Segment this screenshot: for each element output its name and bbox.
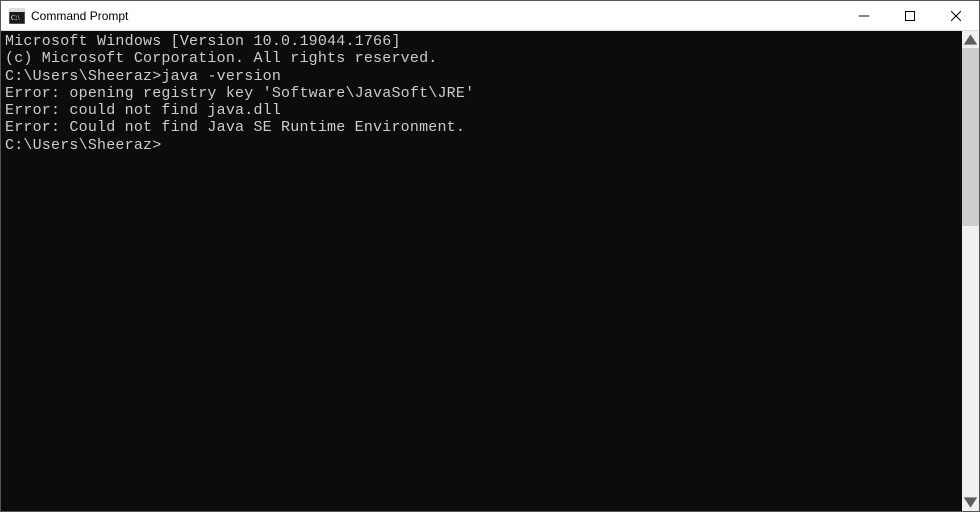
content-area: Microsoft Windows [Version 10.0.19044.17… <box>1 31 979 511</box>
output-line: Error: Could not find Java SE Runtime En… <box>5 119 958 136</box>
cmd-icon: C:\ <box>9 8 25 24</box>
scroll-thumb[interactable] <box>962 48 979 226</box>
minimize-button[interactable] <box>841 1 887 30</box>
prompt-text: C:\Users\Sheeraz> <box>5 137 161 154</box>
scroll-down-button[interactable] <box>962 494 979 511</box>
window-title: Command Prompt <box>31 9 841 23</box>
command-text: java -version <box>161 68 281 85</box>
scroll-track[interactable] <box>962 48 979 494</box>
output-line: (c) Microsoft Corporation. All rights re… <box>5 50 958 67</box>
output-line: Error: could not find java.dll <box>5 102 958 119</box>
terminal-output[interactable]: Microsoft Windows [Version 10.0.19044.17… <box>1 31 962 511</box>
output-line: C:\Users\Sheeraz>java -version <box>5 68 958 85</box>
vertical-scrollbar[interactable] <box>962 31 979 511</box>
maximize-button[interactable] <box>887 1 933 30</box>
window-frame: C:\ Command Prompt Microsoft Windows [Ve… <box>0 0 980 512</box>
prompt-text: C:\Users\Sheeraz> <box>5 68 161 85</box>
window-controls <box>841 1 979 30</box>
scroll-up-button[interactable] <box>962 31 979 48</box>
svg-text:C:\: C:\ <box>11 14 20 22</box>
output-line: Microsoft Windows [Version 10.0.19044.17… <box>5 33 958 50</box>
output-line: Error: opening registry key 'Software\Ja… <box>5 85 958 102</box>
titlebar[interactable]: C:\ Command Prompt <box>1 1 979 31</box>
close-button[interactable] <box>933 1 979 30</box>
output-line: C:\Users\Sheeraz> <box>5 137 958 154</box>
